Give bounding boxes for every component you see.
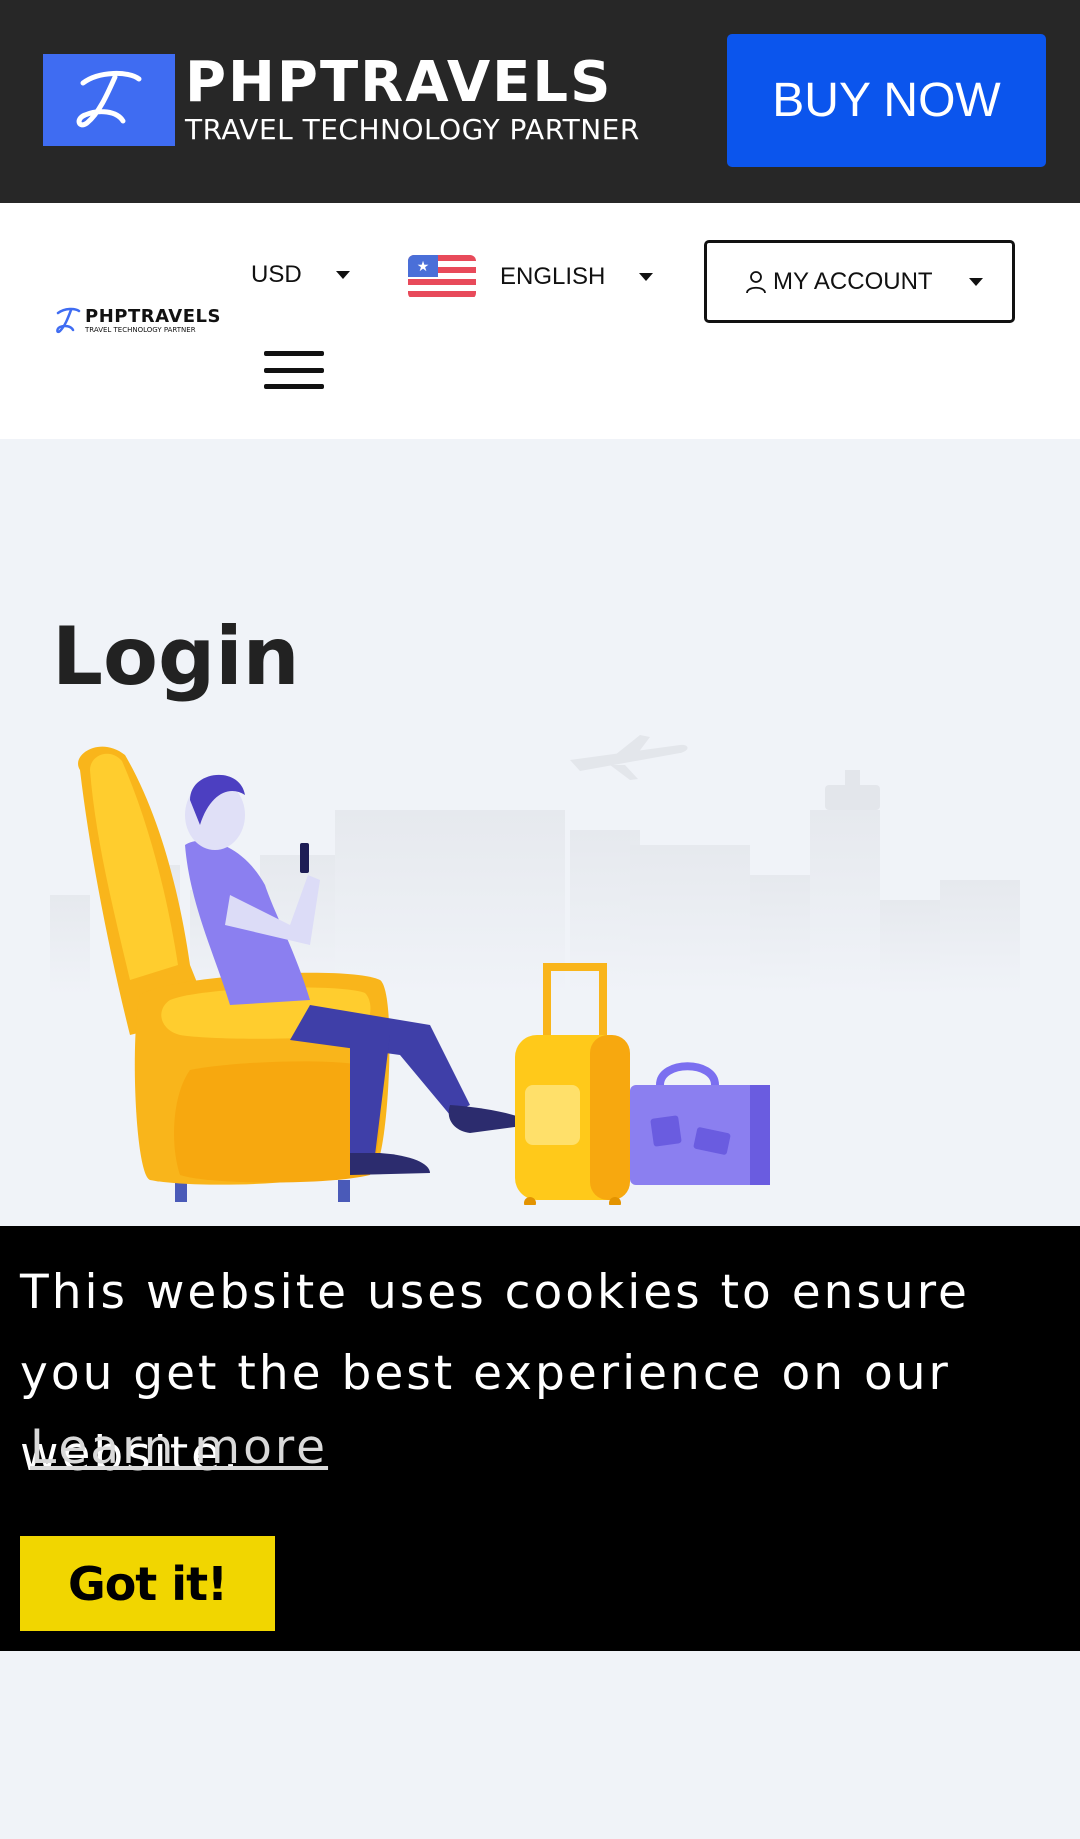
brand-title: PHPTRAVELS bbox=[185, 50, 613, 115]
my-account-label: MY ACCOUNT bbox=[773, 267, 933, 295]
traveler-waiting-illustration bbox=[50, 735, 1020, 1205]
phptravels-logo-icon bbox=[43, 54, 175, 146]
site-logo-subtitle: TRAVEL TECHNOLOGY PARTNER bbox=[85, 325, 196, 334]
top-promo-banner: PHPTRAVELS TRAVEL TECHNOLOGY PARTNER BUY… bbox=[0, 0, 1080, 203]
language-label: ENGLISH bbox=[500, 263, 606, 290]
buy-now-button[interactable]: BUY NOW bbox=[727, 34, 1046, 167]
page-title: Login bbox=[52, 610, 300, 703]
accept-cookies-button[interactable]: Got it! bbox=[20, 1536, 275, 1631]
brand-subtitle: TRAVEL TECHNOLOGY PARTNER bbox=[185, 113, 640, 146]
learn-more-link[interactable]: Learn more bbox=[30, 1413, 328, 1483]
site-logo-icon bbox=[55, 305, 81, 337]
hamburger-menu-icon[interactable] bbox=[264, 351, 324, 389]
chevron-down-icon bbox=[335, 271, 350, 279]
chevron-down-icon bbox=[639, 273, 654, 281]
currency-label: USD bbox=[251, 261, 302, 288]
us-flag-icon: ★ bbox=[408, 255, 476, 299]
site-header: PHPTRAVELS TRAVEL TECHNOLOGY PARTNER USD… bbox=[0, 203, 1080, 439]
my-account-dropdown[interactable]: MY ACCOUNT bbox=[704, 240, 1015, 323]
site-logo[interactable]: PHPTRAVELS TRAVEL TECHNOLOGY PARTNER bbox=[55, 305, 221, 337]
cookie-consent-banner: This website uses cookies to ensure you … bbox=[0, 1226, 1080, 1651]
site-logo-title: PHPTRAVELS bbox=[85, 305, 221, 327]
phptravels-banner-logo[interactable]: PHPTRAVELS TRAVEL TECHNOLOGY PARTNER bbox=[43, 54, 640, 146]
user-icon bbox=[746, 270, 766, 293]
currency-dropdown[interactable]: USD bbox=[251, 261, 350, 289]
chevron-down-icon bbox=[968, 277, 983, 286]
language-dropdown[interactable]: ★ ENGLISH bbox=[408, 255, 654, 299]
